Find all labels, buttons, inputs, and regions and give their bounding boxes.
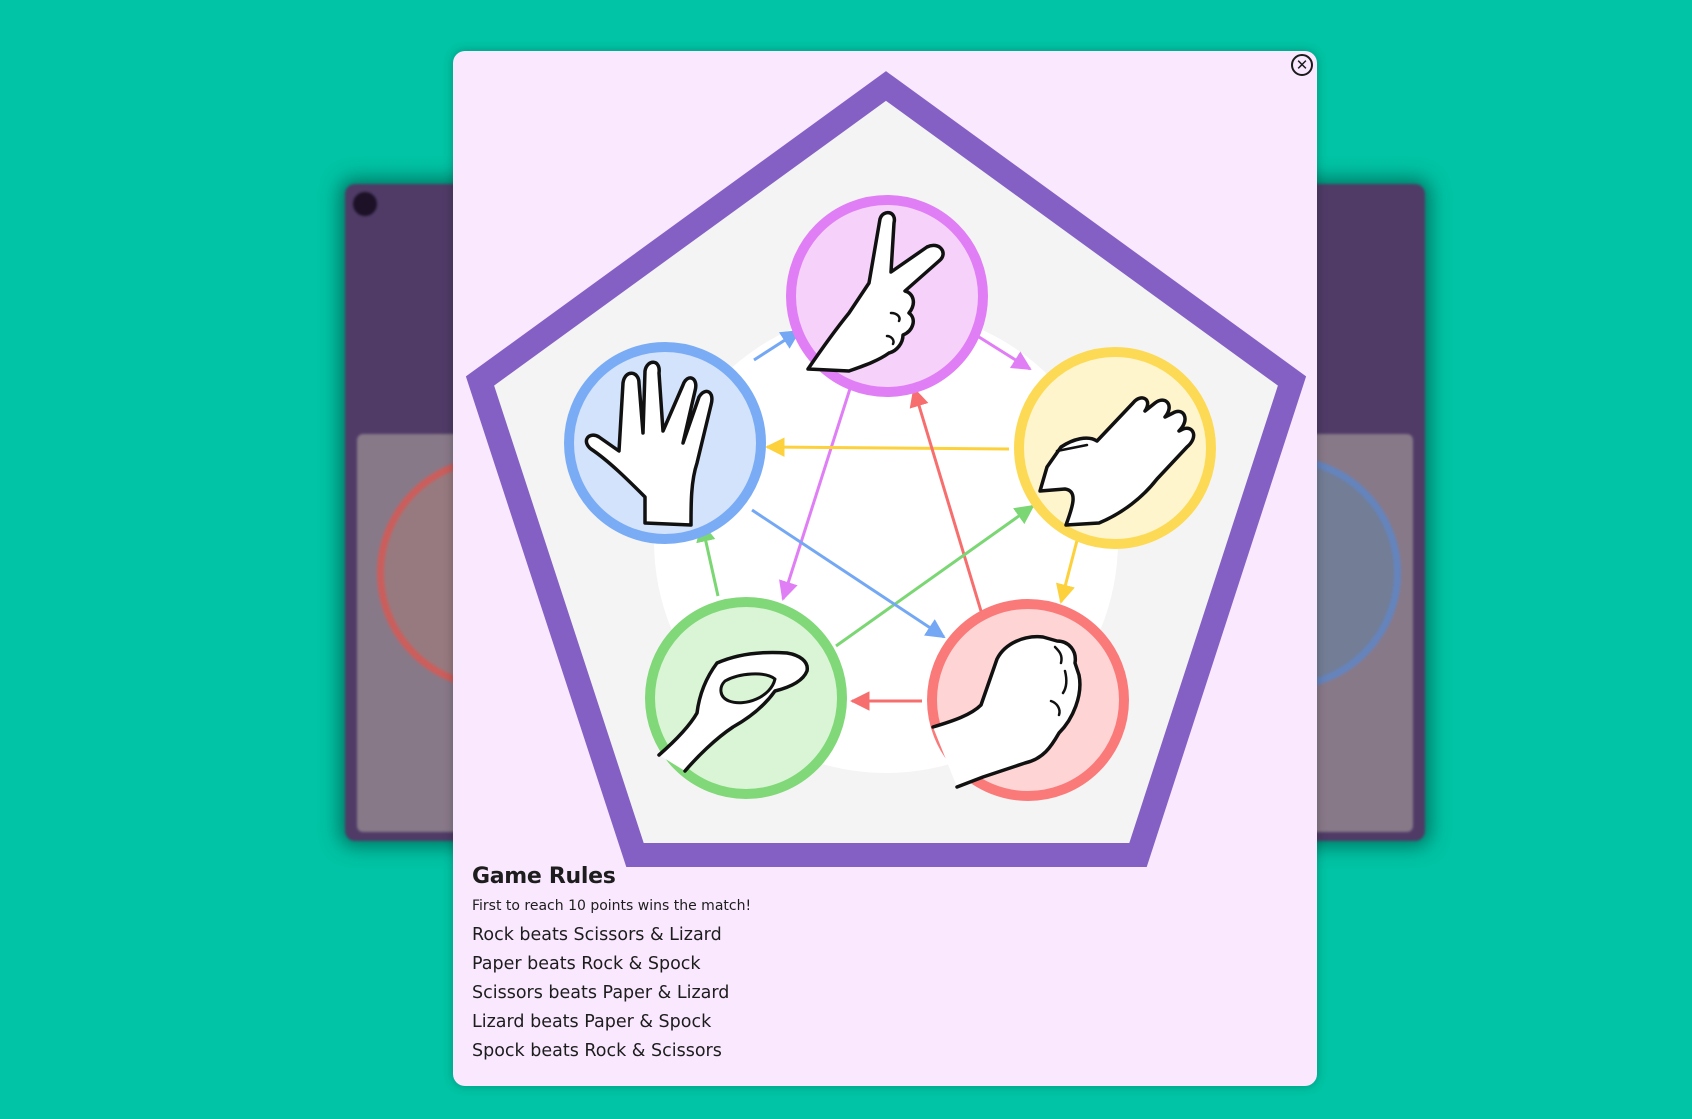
rule-item: Rock beats Scissors & Lizard (472, 925, 722, 945)
rule-item: Paper beats Rock & Spock (472, 954, 701, 974)
rule-item: Lizard beats Paper & Spock (472, 1012, 712, 1032)
lizard-hand-icon (645, 597, 847, 799)
spock-hand-icon (564, 342, 766, 544)
rules-list: Rock beats Scissors & Lizard Paper beats… (472, 921, 1292, 1066)
rules-title: Game Rules (472, 864, 616, 889)
paper-hand-icon (1014, 347, 1216, 549)
rule-item: Scissors beats Paper & Lizard (472, 983, 730, 1003)
rule-item: Spock beats Rock & Scissors (472, 1041, 722, 1061)
rules-section: Game Rules First to reach 10 points wins… (472, 864, 1292, 1066)
rules-diagram (465, 71, 1307, 867)
rules-modal: ✕ Game Rules First to reach 10 points wi… (453, 51, 1317, 1086)
rules-subtitle: First to reach 10 points wins the match! (472, 898, 752, 914)
rock-hand-icon (927, 599, 1129, 801)
background-menu-icon (353, 192, 377, 216)
scissors-hand-icon (786, 195, 988, 397)
arrow-paper-spock (765, 437, 1010, 457)
